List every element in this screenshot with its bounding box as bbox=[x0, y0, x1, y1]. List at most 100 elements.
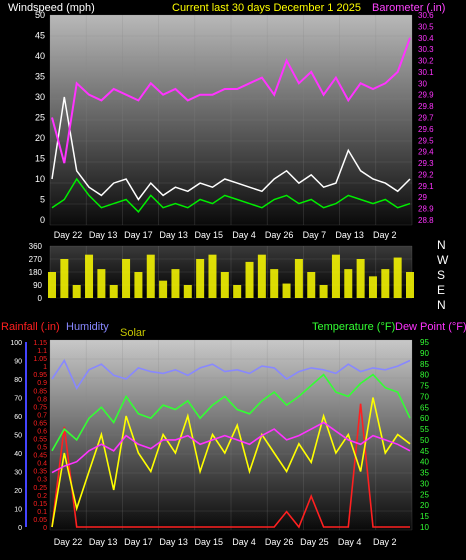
temperature-tick-label: 80 bbox=[420, 371, 429, 380]
direction-bar bbox=[48, 272, 56, 298]
wind-tick-label: 25 bbox=[35, 113, 45, 123]
x-axis-label: Day 13 bbox=[159, 230, 188, 240]
barometer-tick-label: 29.6 bbox=[418, 125, 434, 134]
direction-bar bbox=[85, 254, 94, 298]
direction-bar bbox=[196, 259, 205, 298]
direction-bar bbox=[208, 254, 217, 298]
wind-tick-label: 30 bbox=[35, 92, 45, 102]
rainfall-tick-label: 0.4 bbox=[37, 461, 47, 468]
barometer-tick-label: 29.3 bbox=[418, 159, 434, 168]
direction-bar bbox=[282, 283, 291, 298]
temperature-tick-label: 15 bbox=[420, 512, 429, 521]
x-axis-label: Day 13 bbox=[159, 537, 188, 547]
direction-bar bbox=[319, 285, 328, 298]
compass-label: S bbox=[437, 268, 445, 282]
barometer-tick-label: 30.4 bbox=[418, 34, 434, 43]
rainfall-tick-label: 0.2 bbox=[37, 493, 47, 500]
temperature-tick-label: 40 bbox=[420, 458, 429, 467]
rainfall-tick-label: 0.85 bbox=[33, 388, 47, 395]
rainfall-tick-label: 0.35 bbox=[33, 469, 47, 476]
direction-bar bbox=[270, 269, 279, 298]
compass-label: E bbox=[437, 283, 445, 297]
x-axis-label: Day 13 bbox=[89, 537, 118, 547]
direction-bar bbox=[183, 285, 192, 298]
x-axis-label: Day 26 bbox=[265, 230, 294, 240]
humidity-tick-label: 60 bbox=[14, 414, 22, 421]
direction-bar bbox=[60, 259, 69, 298]
rainfall-tick-label: 1 bbox=[43, 364, 47, 371]
x-axis-label: Day 15 bbox=[195, 230, 224, 240]
wind-tick-label: 5 bbox=[40, 195, 45, 205]
wind-tick-label: 45 bbox=[35, 31, 45, 41]
rainfall-tick-label: 0.7 bbox=[37, 412, 47, 419]
barometer-tick-label: 29.1 bbox=[418, 182, 434, 191]
rainfall-tick-label: 0.8 bbox=[37, 396, 47, 403]
direction-bar bbox=[159, 280, 168, 298]
x-axis-label: Day 7 bbox=[303, 230, 327, 240]
temperature-tick-label: 70 bbox=[420, 392, 429, 401]
temperature-tick-label: 55 bbox=[420, 425, 429, 434]
barometer-tick-label: 29.8 bbox=[418, 102, 434, 111]
barometer-tick-label: 29.4 bbox=[418, 148, 434, 157]
rainfall-tick-label: 0.95 bbox=[33, 372, 47, 379]
rainfall-tick-label: 0.55 bbox=[33, 437, 47, 444]
rainfall-tick-label: 0.45 bbox=[33, 453, 47, 460]
weather-dashboard: Windspeed (mph) Current last 30 days Dec… bbox=[0, 0, 466, 555]
weather-charts: Windspeed (mph) Current last 30 days Dec… bbox=[1, 2, 466, 547]
rainfall-tick-label: 0.6 bbox=[37, 428, 47, 435]
x-axis-label: Day 4 bbox=[338, 537, 362, 547]
barometer-tick-label: 28.8 bbox=[418, 216, 434, 225]
x-axis-label: Day 17 bbox=[124, 230, 153, 240]
barometer-tick-label: 29 bbox=[418, 193, 427, 202]
x-axis-label: Day 13 bbox=[335, 230, 364, 240]
barometer-tick-label: 30.6 bbox=[418, 11, 434, 20]
period-header-label: Current last 30 days December 1 2025 bbox=[172, 2, 361, 14]
barometer-tick-label: 29.9 bbox=[418, 91, 434, 100]
wind-tick-label: 35 bbox=[35, 72, 45, 82]
x-axis-label: Day 13 bbox=[89, 230, 118, 240]
temperature-tick-label: 50 bbox=[420, 436, 429, 445]
x-axis-label: Day 22 bbox=[54, 230, 83, 240]
humidity-tick-label: 20 bbox=[14, 488, 22, 495]
rainfall-legend: Rainfall (.in) bbox=[1, 321, 60, 333]
direction-bar bbox=[97, 269, 106, 298]
rainfall-tick-label: 0.1 bbox=[37, 509, 47, 516]
temperature-tick-label: 85 bbox=[420, 360, 429, 369]
rainfall-tick-label: 0.05 bbox=[33, 517, 47, 524]
barometer-tick-label: 30.5 bbox=[418, 22, 434, 31]
x-axis-label: Day 22 bbox=[54, 537, 83, 547]
temperature-tick-label: 75 bbox=[420, 382, 429, 391]
x-axis-label: Day 25 bbox=[300, 537, 329, 547]
direction-bar bbox=[294, 259, 303, 298]
humidity-tick-label: 100 bbox=[10, 340, 22, 347]
direction-bar bbox=[356, 259, 365, 298]
wind-tick-label: 10 bbox=[35, 174, 45, 184]
barometer-tick-label: 30.2 bbox=[418, 57, 434, 66]
direction-tick-label: 180 bbox=[29, 268, 43, 277]
wind-tick-label: 0 bbox=[40, 215, 45, 225]
humidity-tick-label: 80 bbox=[14, 377, 22, 384]
direction-bar bbox=[381, 269, 390, 298]
direction-bar bbox=[134, 272, 143, 298]
temperature-legend: Temperature (°F) bbox=[312, 321, 395, 333]
humidity-tick-label: 40 bbox=[14, 451, 22, 458]
direction-bar bbox=[331, 254, 340, 298]
humidity-tick-label: 90 bbox=[14, 359, 22, 366]
rainfall-tick-label: 0.75 bbox=[33, 404, 47, 411]
wind-tick-label: 40 bbox=[35, 51, 45, 61]
direction-tick-label: 0 bbox=[38, 294, 43, 303]
barometer-header-label: Barometer (.in) bbox=[372, 2, 445, 14]
humidity-tick-label: 10 bbox=[14, 507, 22, 514]
x-axis-label: Day 17 bbox=[124, 537, 153, 547]
wind-header-label: Windspeed (mph) bbox=[8, 2, 95, 14]
rainfall-tick-label: 1.15 bbox=[33, 340, 47, 347]
barometer-tick-label: 30.1 bbox=[418, 68, 434, 77]
wind-tick-label: 15 bbox=[35, 154, 45, 164]
x-axis-label: Day 4 bbox=[232, 230, 256, 240]
humidity-legend: Humidity bbox=[66, 321, 109, 333]
compass-label: N bbox=[437, 238, 446, 252]
rainfall-tick-label: 0 bbox=[43, 525, 47, 532]
barometer-tick-label: 29.5 bbox=[418, 136, 434, 145]
x-axis-label: Day 4 bbox=[232, 537, 256, 547]
direction-bar bbox=[368, 276, 377, 298]
